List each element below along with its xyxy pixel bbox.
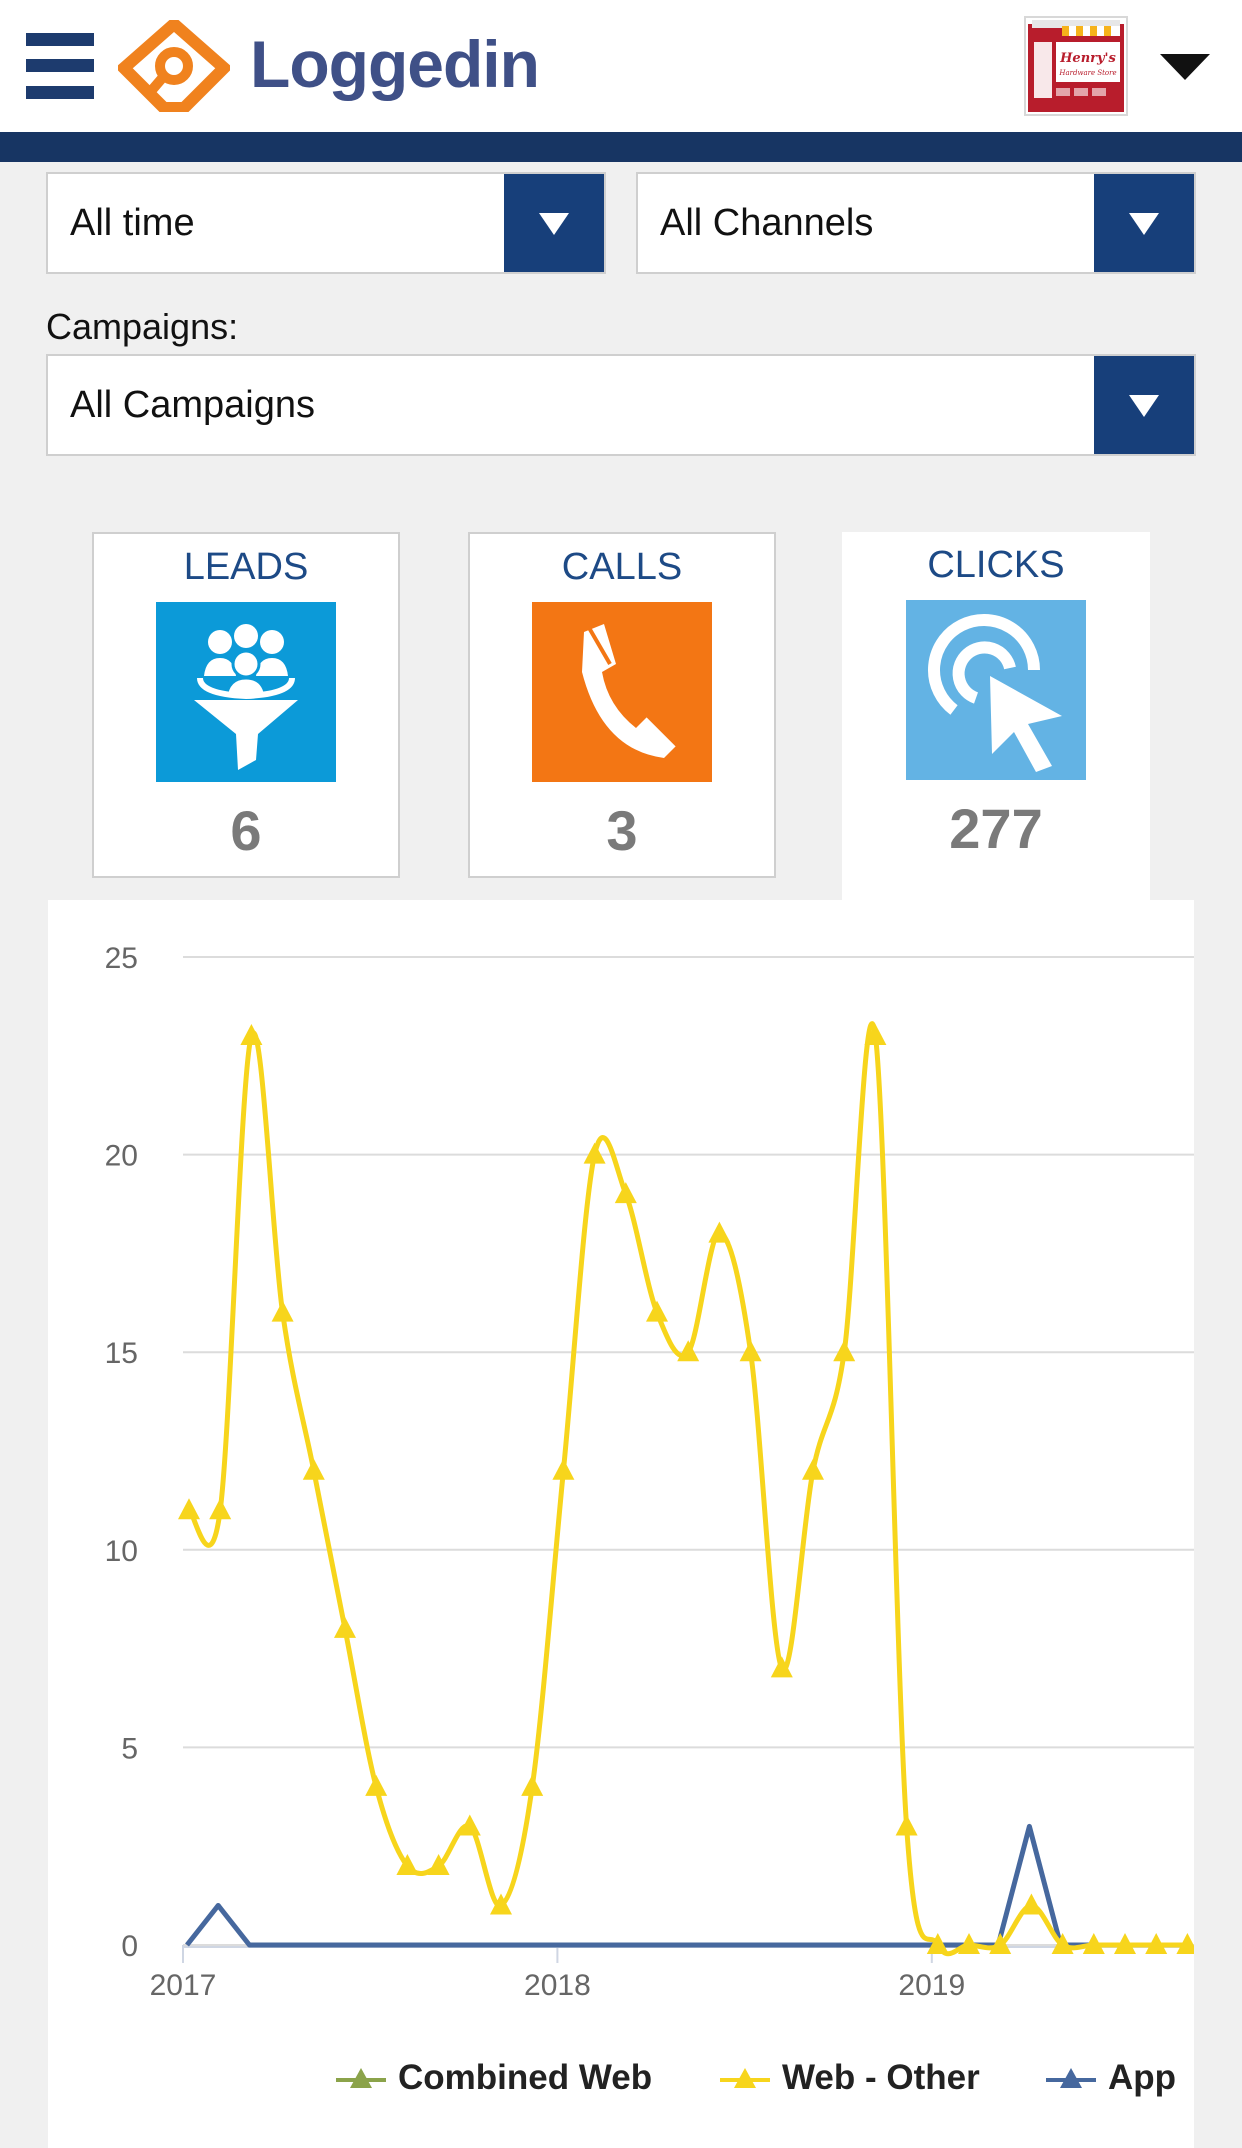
- calls-count: 3: [606, 799, 638, 862]
- line-chart: 0 5 10 15 20 25 2017 2018 2019: [105, 942, 1194, 2002]
- store-logo-text: Henry's: [1059, 51, 1116, 66]
- campaigns-label: Campaigns:: [46, 306, 239, 347]
- x-tick-label: 2018: [524, 1969, 591, 2002]
- store-logo-subtext: Hardware Store: [1058, 69, 1116, 77]
- time-range-select[interactable]: All time: [46, 172, 606, 274]
- x-tick-label: 2017: [150, 1969, 217, 2002]
- data-point-web-other: [646, 1300, 668, 1322]
- leads-card[interactable]: LEADS 6: [92, 532, 400, 878]
- data-point-web-other: [708, 1221, 731, 1243]
- leads-title: LEADS: [183, 546, 309, 588]
- time-range-dropdown-button[interactable]: [504, 174, 604, 272]
- series-line-web-other: [186, 1021, 1188, 1957]
- data-point-web-other: [209, 1498, 232, 1520]
- data-point-web-other: [614, 1182, 637, 1204]
- campaign-select[interactable]: All Campaigns: [46, 354, 1196, 456]
- chevron-down-icon: [1129, 395, 1159, 417]
- y-tick-label: 0: [121, 1930, 138, 1963]
- campaign-value: All Campaigns: [70, 384, 315, 426]
- time-range-value: All time: [70, 202, 195, 244]
- calls-title: CALLS: [561, 546, 683, 588]
- app-screen: Loggedin Henry's Hardware Store All time…: [0, 0, 1242, 2148]
- account-dropdown-icon[interactable]: [1158, 50, 1212, 82]
- header-stripe: [0, 132, 1242, 162]
- y-tick-label: 20: [105, 1140, 138, 1173]
- channel-value: All Channels: [660, 202, 874, 244]
- data-point-web-other: [334, 1616, 356, 1638]
- data-point-web-other: [365, 1774, 388, 1796]
- chart-legend: Combined Web Web - Other App: [48, 2054, 1194, 2104]
- clicks-title: CLICKS: [927, 544, 1065, 586]
- y-tick-label: 10: [105, 1535, 138, 1568]
- data-point-web-other: [458, 1814, 481, 1836]
- legend-marker-web-other: [720, 2068, 770, 2088]
- data-point-web-other: [833, 1340, 856, 1362]
- y-tick-label: 15: [105, 1337, 138, 1370]
- data-point-web-other: [802, 1458, 824, 1480]
- funnel-people-icon: [156, 602, 336, 782]
- leads-count: 6: [230, 799, 262, 862]
- click-cursor-icon: [906, 600, 1086, 780]
- clicks-chart: 0 5 10 15 20 25 2017 2018 2019 Combined Web Web …: [48, 900, 1194, 2148]
- phone-icon: [532, 602, 712, 782]
- data-point-web-other: [552, 1458, 575, 1480]
- data-point-web-other: [240, 1024, 263, 1046]
- store-logo-icon: Henry's Hardware Store: [1028, 20, 1124, 112]
- data-point-web-other: [1020, 1893, 1043, 1915]
- store-avatar[interactable]: Henry's Hardware Store: [1024, 16, 1128, 116]
- data-point-web-other: [178, 1498, 200, 1520]
- campaign-dropdown-button[interactable]: [1094, 356, 1194, 454]
- legend-marker-app: [1046, 2068, 1096, 2088]
- legend-label-web-other: Web - Other: [782, 2058, 980, 2097]
- x-tick-label: 2019: [898, 1969, 965, 2002]
- y-tick-label: 5: [121, 1732, 138, 1765]
- data-point-web-other: [302, 1458, 325, 1480]
- legend-label-combined-web: Combined Web: [398, 2058, 653, 2097]
- y-tick-label: 25: [105, 942, 138, 975]
- chevron-down-icon: [539, 213, 569, 235]
- data-point-web-other: [895, 1814, 918, 1836]
- top-bar: Loggedin Henry's Hardware Store: [0, 0, 1242, 132]
- data-point-web-other: [583, 1142, 606, 1164]
- brand-name: Loggedin: [250, 27, 540, 101]
- clicks-card[interactable]: CLICKS 277: [842, 532, 1150, 900]
- calls-card[interactable]: CALLS 3: [468, 532, 776, 878]
- menu-icon[interactable]: [26, 33, 94, 99]
- logo-mark-icon: [118, 20, 230, 112]
- data-point-web-other: [677, 1340, 700, 1362]
- data-point-web-other: [271, 1300, 294, 1322]
- channel-dropdown-button[interactable]: [1094, 174, 1194, 272]
- clicks-count: 277: [949, 797, 1043, 860]
- series-line-app: [185, 1823, 1186, 1948]
- chevron-down-icon: [1129, 213, 1159, 235]
- legend-label-app: App: [1108, 2058, 1177, 2097]
- data-point-web-other: [521, 1774, 544, 1796]
- legend-marker-combined-web: [336, 2068, 386, 2088]
- channel-select[interactable]: All Channels: [636, 172, 1196, 274]
- data-point-web-other: [739, 1340, 762, 1362]
